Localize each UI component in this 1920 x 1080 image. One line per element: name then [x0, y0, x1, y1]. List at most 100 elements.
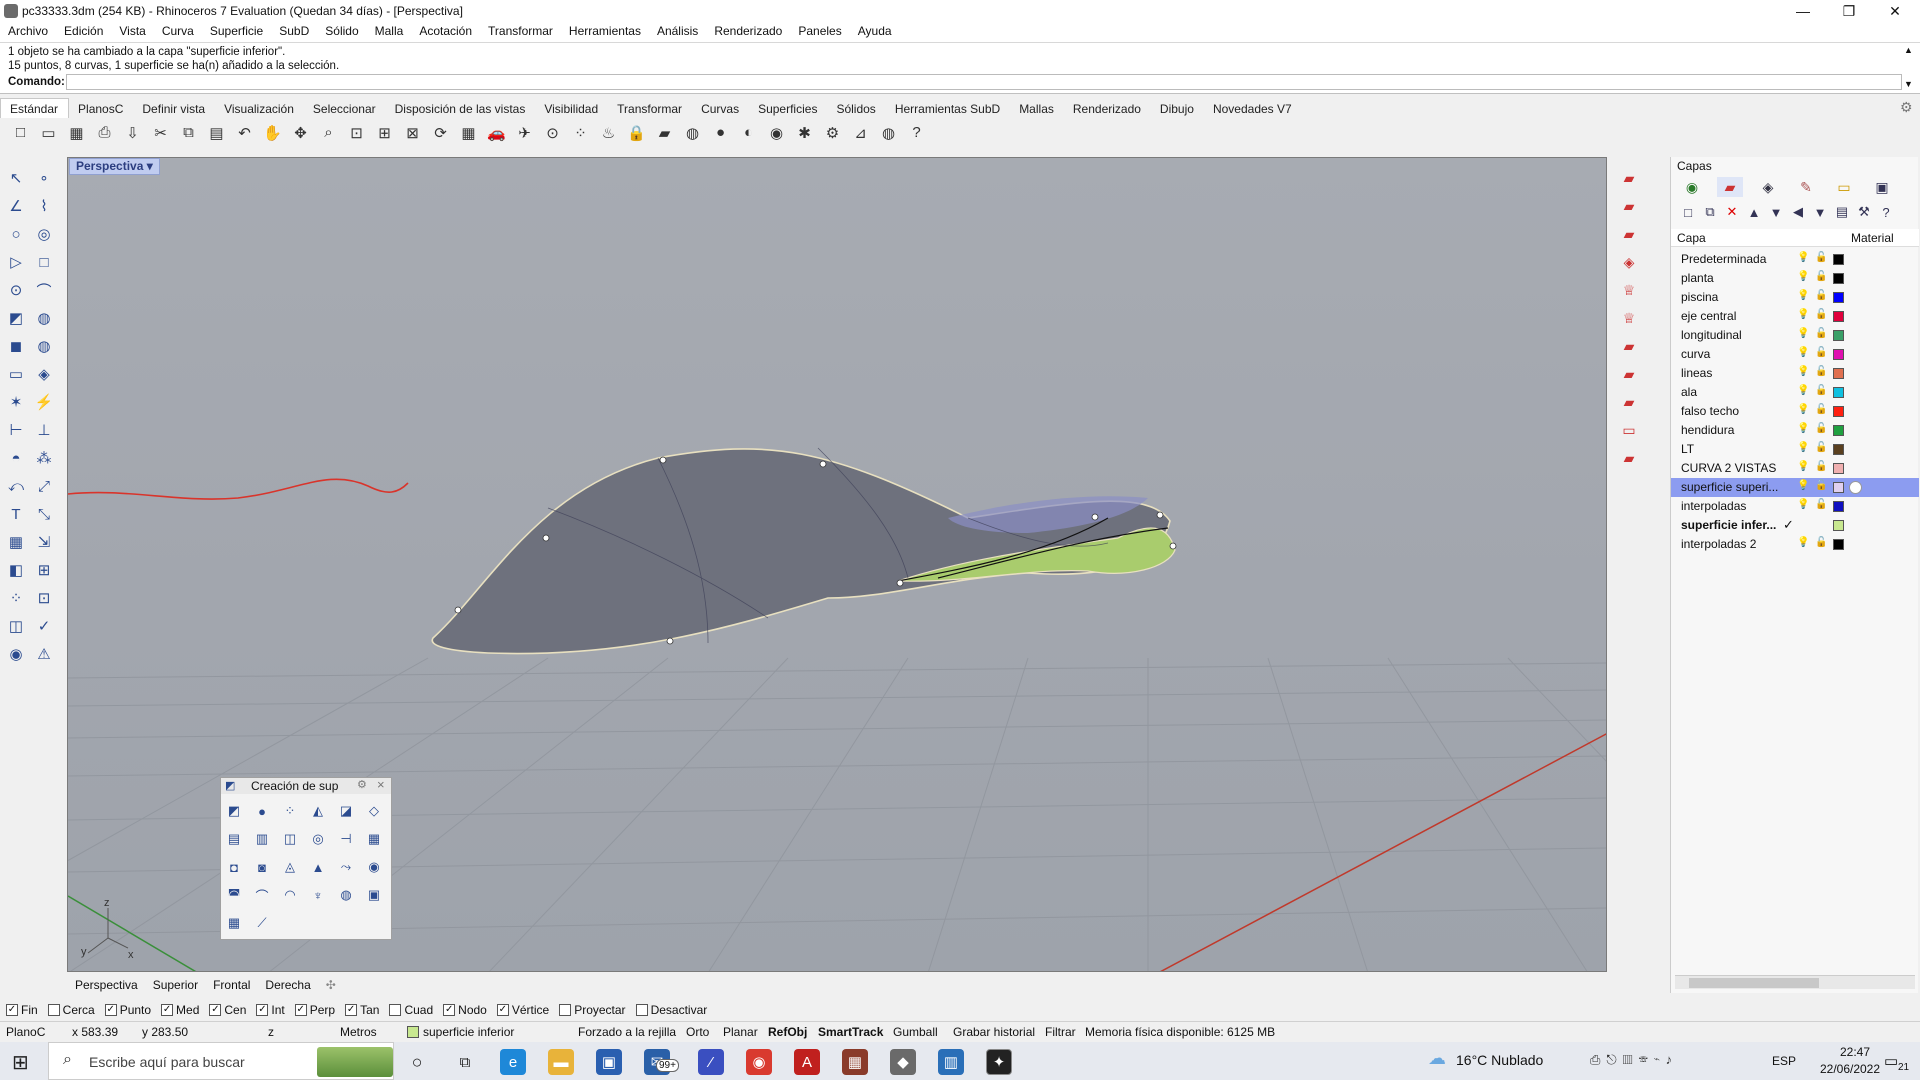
- options-icon[interactable]: ✱: [792, 120, 817, 145]
- print-icon[interactable]: ⎙: [92, 120, 117, 145]
- visibility-bulb-icon[interactable]: 💡: [1797, 366, 1809, 377]
- surface-tool-icon[interactable]: ◚: [223, 884, 245, 906]
- viewport-title[interactable]: Perspectiva ▾: [69, 158, 160, 175]
- toolbar-tab[interactable]: Renderizado: [1064, 99, 1151, 116]
- surface-tool-icon[interactable]: ◬: [279, 856, 301, 878]
- layer-row[interactable]: superficie infer... ✓: [1671, 516, 1919, 535]
- surface-tool-icon[interactable]: ⊣: [335, 828, 357, 850]
- tool-icon[interactable]: ▭: [4, 362, 28, 386]
- points-icon[interactable]: ⁘: [568, 120, 593, 145]
- osnap-option[interactable]: ✓ Med: [161, 1001, 199, 1019]
- lock-icon[interactable]: 🔓: [1815, 366, 1827, 377]
- layer-color-swatch[interactable]: [1833, 501, 1844, 512]
- tool-icon[interactable]: ◉: [4, 642, 28, 666]
- layer-name[interactable]: superficie superi...: [1681, 480, 1791, 494]
- tool-icon[interactable]: ◍: [32, 334, 56, 358]
- menu-item[interactable]: Sólido: [317, 22, 366, 38]
- tool-icon[interactable]: ⊙: [4, 278, 28, 302]
- layer-color-swatch[interactable]: [1833, 482, 1844, 493]
- snap-icon[interactable]: ⊙: [540, 120, 565, 145]
- render-tab-icon[interactable]: ◈: [1755, 177, 1781, 197]
- open-icon[interactable]: ▭: [36, 120, 61, 145]
- history-toggle[interactable]: Grabar historial: [953, 1025, 1035, 1039]
- gear-icon[interactable]: ⚙: [1900, 99, 1913, 116]
- layer-row[interactable]: CURVA 2 VISTAS 💡 🔓: [1671, 459, 1919, 478]
- horizontal-scrollbar[interactable]: [1675, 975, 1915, 989]
- move-left-icon[interactable]: ◀: [1789, 203, 1807, 221]
- surface-tool-icon[interactable]: ◫: [279, 828, 301, 850]
- layer-tool-icon[interactable]: ♕: [1616, 306, 1642, 330]
- scroll-down-icon[interactable]: ▼: [1904, 79, 1913, 89]
- layer-name[interactable]: LT: [1681, 442, 1791, 456]
- new-icon[interactable]: □: [8, 120, 33, 145]
- toolbar-tab[interactable]: Mallas: [1010, 99, 1064, 116]
- visibility-bulb-icon[interactable]: 💡: [1797, 480, 1809, 491]
- layer-name[interactable]: superficie infer...: [1681, 518, 1791, 532]
- properties-tab-icon[interactable]: ◉: [1679, 177, 1705, 197]
- taskbar-search[interactable]: ⌕ Escribe aquí para buscar: [48, 1042, 394, 1080]
- layer-color-swatch[interactable]: [1833, 463, 1844, 474]
- tool-icon[interactable]: ⁘: [4, 586, 28, 610]
- tool-icon[interactable]: ∘: [32, 166, 56, 190]
- notification-icon[interactable]: ▭: [1884, 1052, 1898, 1070]
- tool-icon[interactable]: ↖: [4, 166, 28, 190]
- lock-icon[interactable]: 🔓: [1815, 480, 1827, 491]
- layer-name[interactable]: Predeterminada: [1681, 252, 1791, 266]
- layer-color-swatch[interactable]: [1833, 520, 1844, 531]
- osnap-checkbox[interactable]: ✓: [294, 1004, 307, 1016]
- visibility-bulb-icon[interactable]: 💡: [1797, 271, 1809, 282]
- grid-snap-toggle[interactable]: Forzado a la rejilla: [578, 1025, 676, 1039]
- tool-icon[interactable]: ⌇: [32, 194, 56, 218]
- layer-tool-icon[interactable]: ▰: [1616, 446, 1642, 470]
- menu-item[interactable]: SubD: [271, 22, 317, 38]
- refobj-toggle[interactable]: RefObj: [768, 1025, 807, 1039]
- visibility-bulb-icon[interactable]: 💡: [1797, 442, 1809, 453]
- layer-color-swatch[interactable]: [1833, 273, 1844, 284]
- osnap-option[interactable]: Cuad: [389, 1001, 433, 1019]
- layer-name[interactable]: ala: [1681, 385, 1791, 399]
- new-sublayer-icon[interactable]: ⧉: [1701, 203, 1719, 221]
- tool-icon[interactable]: ⊡: [32, 586, 56, 610]
- add-viewport-icon[interactable]: ✣: [318, 976, 343, 992]
- surface-tool-icon[interactable]: ◩: [223, 800, 245, 822]
- menu-item[interactable]: Archivo: [0, 22, 56, 38]
- osnap-checkbox[interactable]: [389, 1004, 402, 1016]
- layer-color-swatch[interactable]: [1833, 330, 1844, 341]
- delete-layer-icon[interactable]: ✕: [1723, 203, 1741, 221]
- chevron-down-icon[interactable]: ▾: [147, 159, 153, 173]
- osnap-option[interactable]: Cerca: [47, 1001, 95, 1019]
- tool-icon[interactable]: ⊞: [32, 558, 56, 582]
- lock-icon[interactable]: 🔓: [1815, 290, 1827, 301]
- tool-icon[interactable]: ◓: [4, 446, 28, 470]
- tool-icon[interactable]: ∠: [4, 194, 28, 218]
- surface-tool-icon[interactable]: ◉: [363, 856, 385, 878]
- visibility-bulb-icon[interactable]: 💡: [1797, 423, 1809, 434]
- tool-icon[interactable]: ⊢: [4, 418, 28, 442]
- menu-item[interactable]: Superficie: [202, 22, 271, 38]
- osnap-option[interactable]: ✓ Perp: [294, 1001, 335, 1019]
- visibility-bulb-icon[interactable]: 💡: [1797, 385, 1809, 396]
- archive-icon[interactable]: ▦: [842, 1049, 868, 1075]
- surface-tool-icon[interactable]: ⤳: [335, 856, 357, 878]
- lock-icon[interactable]: 🔓: [1815, 404, 1827, 415]
- osnap-checkbox[interactable]: [559, 1004, 572, 1016]
- tool-icon[interactable]: ▦: [4, 530, 28, 554]
- toolbar-tab[interactable]: Sólidos: [827, 99, 885, 116]
- tool-icon[interactable]: ◩: [4, 306, 28, 330]
- tool-icon[interactable]: ⇲: [32, 530, 56, 554]
- toolbar-tab[interactable]: Definir vista: [133, 99, 215, 116]
- surface-tool-icon[interactable]: ●: [251, 800, 273, 822]
- menu-item[interactable]: Malla: [367, 22, 412, 38]
- tool-icon[interactable]: ◈: [32, 362, 56, 386]
- lock-icon[interactable]: 🔓: [1815, 309, 1827, 320]
- filter-icon[interactable]: ▼: [1811, 203, 1829, 221]
- menu-item[interactable]: Vista: [111, 22, 153, 38]
- lock-icon[interactable]: 🔓: [1815, 461, 1827, 472]
- viewport-tab[interactable]: Derecha: [257, 976, 317, 992]
- cortana-icon[interactable]: ○: [404, 1049, 430, 1075]
- surface-tool-icon[interactable]: ▲: [307, 856, 329, 878]
- ortho-toggle[interactable]: Orto: [686, 1025, 709, 1039]
- osnap-checkbox[interactable]: ✓: [443, 1004, 456, 1016]
- paste-icon[interactable]: ▤: [204, 120, 229, 145]
- surface-tool-icon[interactable]: ▥: [251, 828, 273, 850]
